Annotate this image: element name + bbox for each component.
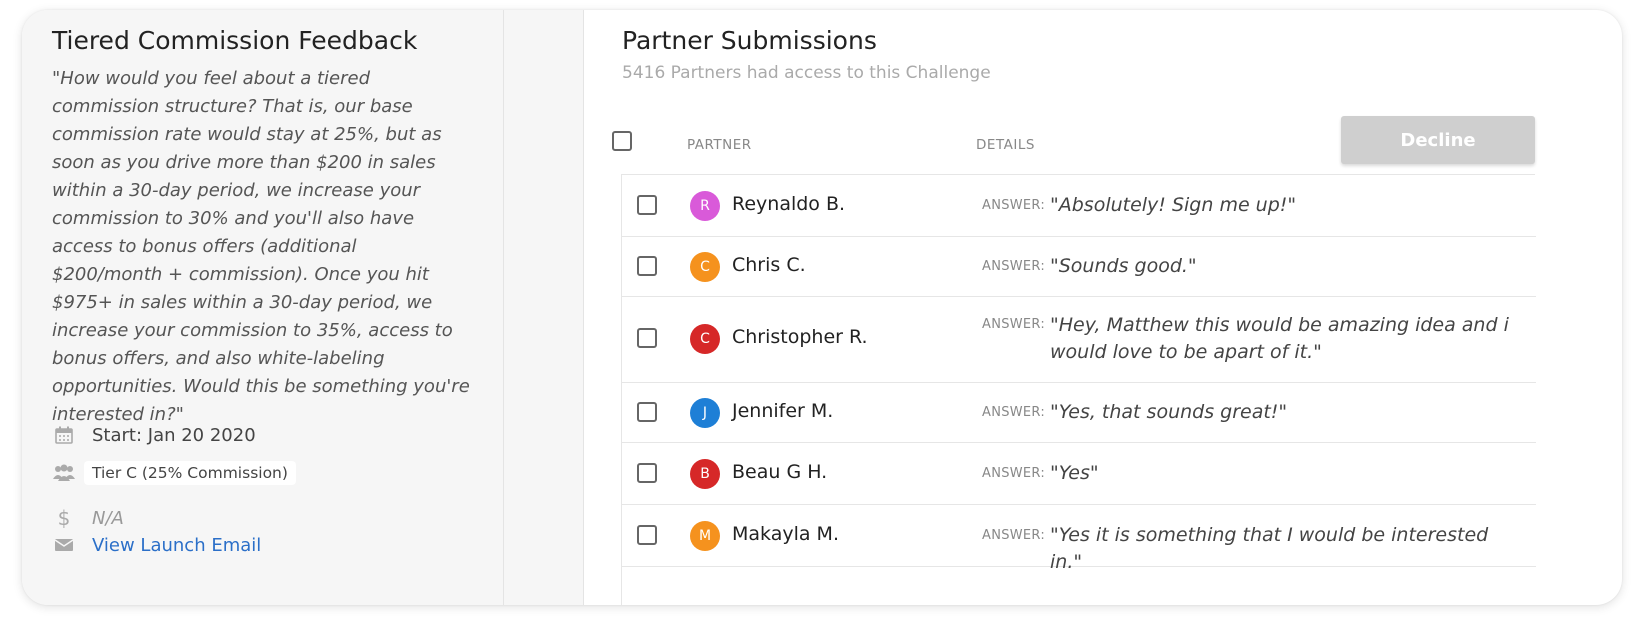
row-checkbox[interactable] xyxy=(637,463,657,483)
calendar-icon xyxy=(52,423,76,447)
row-checkbox[interactable] xyxy=(637,328,657,348)
tier-badge: Tier C (25% Commission) xyxy=(84,461,296,485)
partner-name[interactable]: Chris C. xyxy=(732,254,806,276)
table-row: C Christopher R. ANSWER: "Hey, Matthew t… xyxy=(622,297,1536,383)
row-checkbox[interactable] xyxy=(637,525,657,545)
reward-row: $ N/A xyxy=(52,506,124,530)
challenge-details-panel: Tiered Commission Feedback "How would yo… xyxy=(22,10,504,605)
avatar: C xyxy=(690,324,720,354)
partner-column-header: PARTNER xyxy=(687,137,752,153)
answer-text: "Sounds good." xyxy=(1050,255,1197,277)
answer-text: "Yes" xyxy=(1050,462,1099,484)
avatar: C xyxy=(690,252,720,282)
partner-name[interactable]: Beau G H. xyxy=(732,461,827,483)
submissions-table: R Reynaldo B. ANSWER: "Absolutely! Sign … xyxy=(621,174,1536,605)
start-date-row: Start: Jan 20 2020 xyxy=(52,423,256,447)
avatar: R xyxy=(690,191,720,221)
table-row: J Jennifer M. ANSWER: "Yes, that sounds … xyxy=(622,383,1536,443)
dollar-icon: $ xyxy=(57,506,71,530)
decline-button[interactable]: Decline xyxy=(1341,116,1535,164)
challenge-question: "How would you feel about a tiered commi… xyxy=(52,68,470,425)
row-checkbox[interactable] xyxy=(637,402,657,422)
envelope-icon xyxy=(52,533,76,557)
partner-name[interactable]: Jennifer M. xyxy=(732,400,833,422)
avatar: J xyxy=(690,398,720,428)
partner-name[interactable]: Makayla M. xyxy=(732,523,839,545)
start-date-label: Start: Jan 20 2020 xyxy=(92,424,256,446)
row-checkbox[interactable] xyxy=(637,256,657,276)
partner-name[interactable]: Christopher R. xyxy=(732,326,868,348)
answer-label: ANSWER: xyxy=(982,317,1046,332)
partner-name[interactable]: Reynaldo B. xyxy=(732,193,845,215)
table-row: M Makayla M. ANSWER: "Yes it is somethin… xyxy=(622,505,1536,573)
select-all-checkbox[interactable] xyxy=(612,131,632,151)
answer-label: ANSWER: xyxy=(982,259,1046,274)
reward-value: N/A xyxy=(92,507,124,529)
answer-text: "Yes, that sounds great!" xyxy=(1050,401,1288,423)
details-column-header: DETAILS xyxy=(976,137,1035,153)
tier-row: Tier C (25% Commission) xyxy=(52,461,296,485)
challenge-title: Tiered Commission Feedback xyxy=(52,26,418,55)
answer-label: ANSWER: xyxy=(982,466,1046,481)
row-checkbox[interactable] xyxy=(637,195,657,215)
answer-label: ANSWER: xyxy=(982,198,1046,213)
table-row: B Beau G H. ANSWER: "Yes" xyxy=(622,443,1536,505)
answer-text: "Hey, Matthew this would be amazing idea… xyxy=(1050,314,1509,363)
answer-label: ANSWER: xyxy=(982,528,1046,543)
group-icon xyxy=(52,461,76,485)
submissions-subtitle: 5416 Partners had access to this Challen… xyxy=(622,63,991,83)
challenge-card: Tiered Commission Feedback "How would yo… xyxy=(22,10,1622,605)
answer-text: "Absolutely! Sign me up!" xyxy=(1050,194,1297,216)
view-launch-email-link[interactable]: View Launch Email xyxy=(92,535,261,556)
table-row: R Reynaldo B. ANSWER: "Absolutely! Sign … xyxy=(622,175,1536,237)
answer-label: ANSWER: xyxy=(982,405,1046,420)
submissions-title: Partner Submissions xyxy=(622,26,877,55)
launch-email-row: View Launch Email xyxy=(52,533,261,557)
answer-text: "Yes it is something that I would be int… xyxy=(1050,524,1489,573)
avatar: M xyxy=(690,521,720,551)
table-row: C Chris C. ANSWER: "Sounds good." xyxy=(622,237,1536,297)
panel-divider xyxy=(504,10,584,605)
avatar: B xyxy=(690,459,720,489)
